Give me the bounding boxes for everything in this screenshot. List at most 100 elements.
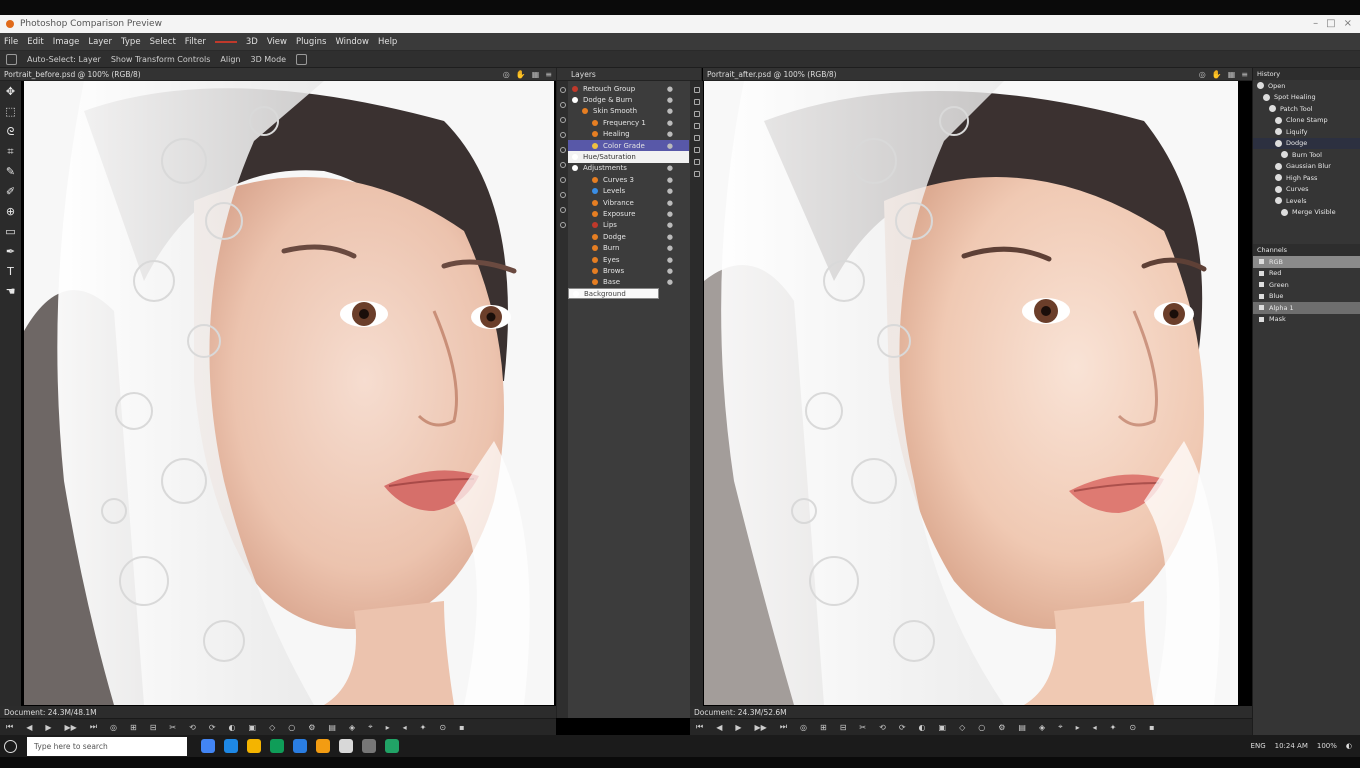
timeline-control-icon[interactable]: ⚙ (308, 723, 315, 732)
dock-icon[interactable] (693, 111, 700, 117)
channel-visibility-icon[interactable] (1259, 293, 1264, 299)
minimize-button[interactable]: – (1313, 18, 1318, 29)
history-row[interactable]: High Pass (1253, 172, 1360, 184)
layer-row[interactable]: Lips ● (568, 220, 689, 231)
history-row[interactable]: Gaussian Blur (1253, 161, 1360, 173)
timeline-control-icon[interactable]: ◎ (800, 723, 807, 732)
menu-image[interactable]: Image (53, 37, 80, 47)
timeline-control-icon[interactable]: ▤ (328, 723, 336, 732)
layer-row[interactable]: Exposure ● (568, 208, 689, 219)
layer-row[interactable]: Hue/Saturation (568, 151, 689, 163)
history-row[interactable]: Patch Tool (1253, 103, 1360, 115)
layer-row[interactable]: Adjustments ● (568, 163, 689, 174)
menu-select[interactable]: Select (150, 37, 176, 47)
lasso-tool-icon[interactable]: ᘓ (4, 125, 17, 138)
zoom-icon[interactable]: ◎ (1199, 70, 1206, 79)
store-app-icon[interactable] (316, 739, 330, 753)
zoom-icon[interactable]: ◎ (503, 70, 510, 79)
dock-icon[interactable] (693, 123, 700, 129)
excel-app-icon[interactable] (385, 739, 399, 753)
timeline-control-icon[interactable]: ⊞ (820, 723, 827, 732)
layer-visibility-icon[interactable]: ● (667, 221, 673, 229)
dock-icon[interactable] (693, 135, 700, 141)
battery-indicator[interactable]: 100% (1317, 742, 1337, 750)
history-row[interactable]: Dodge (1253, 137, 1360, 149)
history-row[interactable]: Open (1253, 80, 1360, 92)
channel-row[interactable]: Alpha 1 (1253, 302, 1360, 314)
settings-icon[interactable] (296, 53, 308, 65)
notification-icon[interactable]: ◐ (1346, 742, 1352, 750)
channel-visibility-icon[interactable] (1259, 305, 1264, 311)
visibility-icon[interactable] (559, 207, 566, 213)
timeline-control-icon[interactable]: ▣ (249, 723, 257, 732)
timeline-control-icon[interactable]: ✂ (169, 723, 176, 732)
menu-edit[interactable]: Edit (27, 37, 43, 47)
timeline-control-icon[interactable]: ✦ (420, 723, 427, 732)
layer-row[interactable]: Base ● (568, 277, 689, 288)
visibility-icon[interactable] (559, 222, 566, 228)
panel-menu-icon[interactable]: ≡ (1241, 70, 1248, 79)
layer-row[interactable]: Healing ● (568, 129, 689, 140)
move-tool-icon[interactable]: ✥ (4, 85, 17, 98)
menu-file[interactable]: File (4, 37, 18, 47)
hand-icon[interactable]: ✋ (1212, 70, 1222, 79)
timeline-control-icon[interactable]: ◐ (229, 723, 236, 732)
layer-row[interactable]: Retouch Group ● (568, 83, 689, 94)
channel-row[interactable]: Blue (1253, 291, 1360, 303)
layer-visibility-icon[interactable]: ● (667, 107, 673, 115)
layer-visibility-icon[interactable]: ● (667, 119, 673, 127)
channel-row[interactable]: Mask (1253, 314, 1360, 326)
timeline-control-icon[interactable]: ⊞ (130, 723, 137, 732)
layer-visibility-icon[interactable]: ● (667, 164, 673, 172)
timeline-control-icon[interactable]: ⟲ (189, 723, 196, 732)
layer-visibility-icon[interactable]: ● (667, 199, 673, 207)
timeline-control-icon[interactable]: ◇ (269, 723, 275, 732)
clone-tool-icon[interactable]: ⊕ (4, 205, 17, 218)
menu-plugins[interactable]: Plugins (296, 37, 326, 47)
layer-row[interactable]: Color Grade ● (568, 139, 689, 152)
type-tool-icon[interactable]: T (4, 265, 17, 278)
timeline-control-icon[interactable]: ◂ (403, 723, 407, 732)
dock-icon[interactable] (693, 159, 700, 165)
channel-visibility-icon[interactable] (1259, 259, 1264, 265)
timeline-control-icon[interactable]: ◀ (716, 723, 722, 732)
visibility-icon[interactable] (559, 87, 566, 93)
left-canvas[interactable] (24, 81, 554, 705)
menu-window[interactable]: Window (335, 37, 369, 47)
timeline-control-icon[interactable]: ✂ (859, 723, 866, 732)
channel-visibility-icon[interactable] (1259, 316, 1264, 322)
right-canvas[interactable] (704, 81, 1238, 705)
layer-visibility-icon[interactable]: ● (667, 278, 673, 286)
history-row[interactable]: Burn Tool (1253, 149, 1360, 161)
dock-icon[interactable] (693, 171, 700, 177)
timeline-control-icon[interactable]: ⊙ (439, 723, 446, 732)
3d-mode-option[interactable]: 3D Mode (250, 55, 286, 64)
history-row[interactable]: Curves (1253, 184, 1360, 196)
timeline-control-icon[interactable]: ⊟ (150, 723, 157, 732)
layer-row[interactable]: Skin Smooth ● (568, 106, 689, 117)
layer-row[interactable]: Eyes ● (568, 254, 689, 265)
layer-visibility-icon[interactable]: ● (667, 142, 673, 150)
timeline-control-icon[interactable]: ▣ (939, 723, 947, 732)
timeline-control-icon[interactable]: ○ (978, 723, 985, 732)
auto-select-option[interactable]: Auto-Select: Layer (27, 55, 101, 64)
channel-row[interactable]: Red (1253, 268, 1360, 280)
timeline-control-icon[interactable]: ◀ (26, 723, 32, 732)
timeline-control-icon[interactable]: ◂ (1093, 723, 1097, 732)
layer-row[interactable]: Brows ● (568, 265, 689, 276)
history-row[interactable]: Spot Healing (1253, 92, 1360, 104)
timeline-control-icon[interactable]: ◈ (1039, 723, 1045, 732)
timeline-control-icon[interactable]: ◎ (110, 723, 117, 732)
dock-icon[interactable] (693, 147, 700, 153)
photoshop-app-icon[interactable] (224, 739, 238, 753)
maximize-button[interactable]: □ (1326, 18, 1335, 29)
timeline-control-icon[interactable]: ⏭ (780, 722, 787, 732)
tool-preset-icon[interactable] (6, 53, 17, 65)
grid-icon[interactable]: ▦ (532, 70, 540, 79)
mail-app-icon[interactable] (293, 739, 307, 753)
timeline-control-icon[interactable]: ▤ (1018, 723, 1026, 732)
layer-visibility-icon[interactable]: ● (667, 85, 673, 93)
transform-controls-option[interactable]: Show Transform Controls (111, 55, 211, 64)
edge-app-icon[interactable] (270, 739, 284, 753)
timeline-control-icon[interactable]: ✦ (1110, 723, 1117, 732)
